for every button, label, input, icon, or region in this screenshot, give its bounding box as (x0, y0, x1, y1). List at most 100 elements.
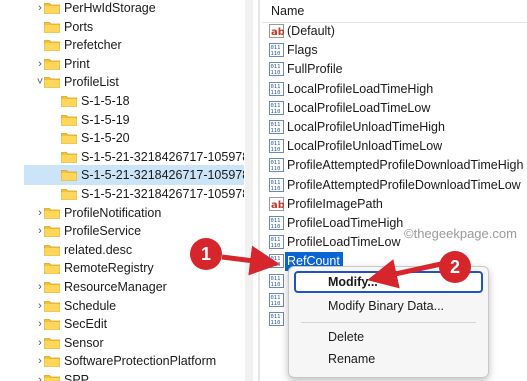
tree-item[interactable]: Prefetcher (0, 35, 244, 55)
column-header-label: Name (271, 4, 305, 18)
value-name: ProfileLoadTimeHigh (287, 216, 404, 230)
value-name: ProfileLoadTimeLow (287, 235, 401, 250)
svg-text:ab: ab (271, 200, 284, 211)
reg-string-icon: ab (269, 24, 285, 38)
tree-item[interactable]: › PerHwIdStorage (0, 0, 244, 18)
tree-item[interactable]: S-1-5-18 (28, 91, 244, 111)
tree-item[interactable]: Ports (0, 17, 244, 37)
value-name: Flags (287, 43, 318, 58)
step-badge-1: 1 (190, 238, 222, 270)
tree-item-label: SPP (64, 373, 90, 381)
value-row[interactable]: 011 110 LocalProfileUnloadTimeHigh (262, 118, 527, 137)
reg-binary-icon: 011 110 (269, 100, 284, 115)
tree-item-label: Sensor (64, 335, 104, 350)
svg-text:110: 110 (271, 262, 281, 268)
reg-binary-icon: 011 110 (269, 254, 284, 269)
folder-icon (61, 169, 77, 182)
tree-item[interactable]: › Sensor (0, 333, 244, 353)
reg-binary-icon: 011 110 (269, 177, 284, 192)
folder-icon (61, 114, 77, 126)
value-row[interactable]: 011 110 LocalProfileUnloadTimeLow (262, 137, 527, 156)
folder-icon (44, 300, 60, 312)
svg-text:110: 110 (271, 51, 281, 57)
svg-text:110: 110 (271, 186, 281, 192)
tree-item[interactable]: › SoftwareProtectionPlatform (0, 351, 244, 371)
svg-text:110: 110 (271, 243, 281, 249)
value-row[interactable]: 011 110 LocalProfileLoadTimeLow (262, 99, 527, 118)
context-menu: Modify... Modify Binary Data... Delete R… (288, 266, 489, 378)
reg-binary-icon: 011 110 (269, 81, 284, 96)
folder-icon (44, 281, 60, 293)
tree-item[interactable]: › SecEdit (0, 314, 244, 334)
svg-text:110: 110 (271, 128, 281, 134)
svg-text:110: 110 (271, 166, 281, 172)
pane-splitter[interactable] (258, 0, 260, 381)
folder-icon (44, 262, 60, 275)
svg-text:110: 110 (271, 70, 281, 76)
tree-item[interactable]: S-1-5-20 (28, 128, 244, 148)
tree-item[interactable]: S-1-5-19 (28, 110, 244, 130)
tree-item[interactable]: › ResourceManager (0, 277, 244, 297)
folder-icon (61, 151, 77, 163)
value-name: LocalProfileLoadTimeHigh (287, 81, 434, 96)
tree-item-label: S-1-5-18 (81, 94, 130, 108)
value-row[interactable]: ab (Default) (262, 22, 527, 41)
folder-icon (44, 244, 60, 256)
tree-item-label: ProfileNotification (64, 205, 162, 220)
folder-icon (44, 337, 60, 349)
value-row[interactable]: 011 110 ProfileAttemptedProfileDownloadTim… (262, 156, 527, 175)
tree-item-label: Prefetcher (64, 38, 122, 53)
menu-item-delete[interactable]: Delete (294, 326, 483, 348)
svg-text:110: 110 (271, 224, 281, 230)
menu-item-modify-binary[interactable]: Modify Binary Data... (294, 295, 483, 317)
svg-text:110: 110 (271, 320, 281, 326)
value-row[interactable]: ab ProfileImagePath (262, 195, 527, 214)
tree-item-label: S-1-5-19 (81, 112, 130, 127)
menu-item-rename[interactable]: Rename (294, 348, 483, 370)
tree-item[interactable]: S-1-5-21-3218426717-10597832 (24, 165, 244, 186)
tree-item[interactable]: ˅ ProfileList (0, 72, 244, 92)
tree-item[interactable]: S-1-5-21-3218426717-10597832 (28, 147, 244, 167)
folder-icon (44, 355, 60, 368)
tree-item-label: SoftwareProtectionPlatform (64, 354, 217, 369)
folder-icon (44, 374, 60, 381)
tree-item[interactable]: S-1-5-21-3218426717-10597832 (28, 184, 244, 204)
folder-icon (44, 225, 60, 238)
reg-binary-icon: 011 110 (269, 235, 284, 250)
tree-item-label: Schedule (64, 298, 117, 313)
menu-item-label: Rename (328, 352, 376, 366)
menu-item-label: Modify... (328, 275, 378, 289)
folder-icon (61, 95, 77, 107)
registry-key-tree[interactable]: › PerHwIdStorage Ports Prefetcher › Print ˅ Pro… (0, 0, 244, 381)
value-name: ProfileImagePath (287, 196, 383, 211)
tree-item[interactable]: › Print (0, 54, 244, 74)
menu-item-label: Modify Binary Data... (328, 299, 445, 313)
tree-item[interactable]: › SPP (0, 370, 244, 381)
reg-binary-icon: 011 110 (269, 139, 284, 154)
column-header-name[interactable]: Name (262, 0, 527, 23)
tree-item-label: Print (64, 56, 90, 71)
tree-item-label: RemoteRegistry (64, 261, 154, 276)
reg-binary-icon: 011 110 (269, 216, 284, 230)
value-row[interactable]: 011 110 LocalProfileLoadTimeHigh (262, 80, 527, 99)
value-name: ProfileAttemptedProfileDownloadTimeLow (287, 177, 521, 192)
folder-icon (61, 188, 77, 200)
value-row[interactable]: 011 110 Flags (262, 41, 527, 60)
value-name: (Default) (287, 24, 335, 38)
value-name: LocalProfileLoadTimeLow (287, 100, 431, 115)
value-name: LocalProfileUnloadTimeLow (287, 139, 443, 154)
folder-icon (44, 76, 60, 89)
value-name: FullProfile (287, 62, 343, 77)
value-row[interactable]: 011 110 FullProfile (262, 60, 527, 79)
reg-binary-icon: 011 110 (269, 158, 284, 173)
folder-icon (44, 207, 60, 219)
value-name: LocalProfileUnloadTimeHigh (287, 120, 445, 134)
menu-item-label: Delete (328, 330, 365, 344)
menu-separator (301, 322, 476, 323)
tree-scrollbar[interactable] (245, 0, 253, 381)
value-row[interactable]: 011 110 ProfileAttemptedProfileDownloadTim… (262, 176, 527, 195)
value-name: ProfileAttemptedProfileDownloadTimeHigh (287, 158, 524, 173)
tree-item[interactable]: › ProfileNotification (0, 203, 244, 223)
tree-item[interactable]: › Schedule (0, 296, 244, 316)
tree-item-label: S-1-5-21-3218426717-10597832 (81, 168, 244, 183)
